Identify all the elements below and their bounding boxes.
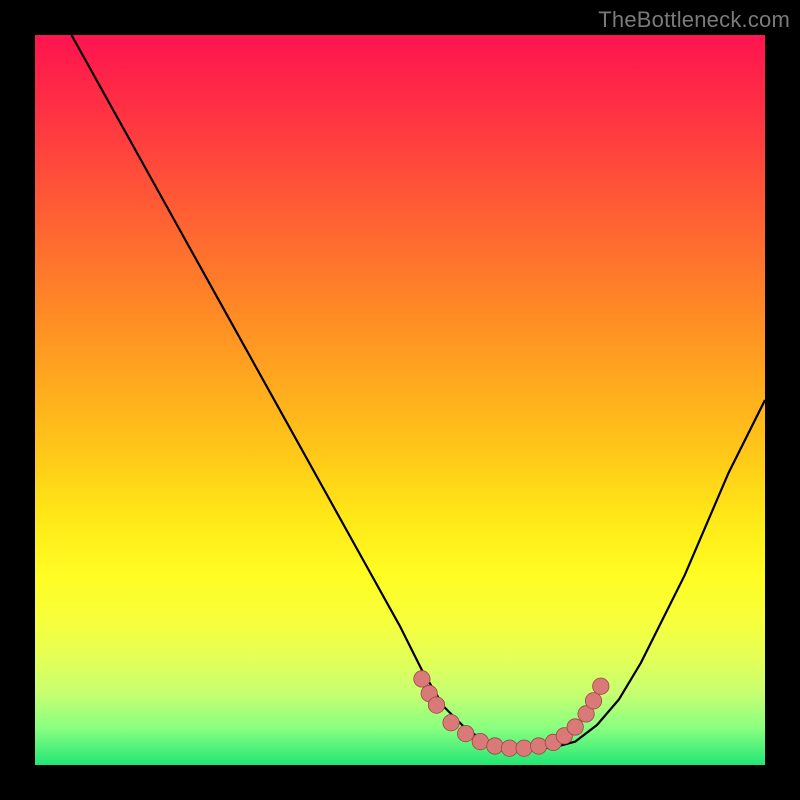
data-marker	[531, 738, 547, 754]
data-marker	[428, 697, 444, 713]
data-marker	[516, 740, 532, 756]
data-marker	[414, 671, 430, 687]
data-marker	[443, 715, 459, 731]
plot-area	[35, 35, 765, 765]
data-marker	[458, 725, 474, 741]
curve-path	[72, 35, 766, 749]
data-marker	[585, 693, 601, 709]
data-marker	[501, 740, 517, 756]
data-marker	[472, 733, 488, 749]
data-marker	[567, 719, 583, 735]
data-marker	[487, 738, 503, 754]
marker-layer	[414, 671, 609, 757]
data-marker	[593, 678, 609, 694]
watermark-text: TheBottleneck.com	[598, 7, 790, 33]
chart-frame: TheBottleneck.com	[0, 0, 800, 800]
curve-layer	[35, 35, 765, 765]
